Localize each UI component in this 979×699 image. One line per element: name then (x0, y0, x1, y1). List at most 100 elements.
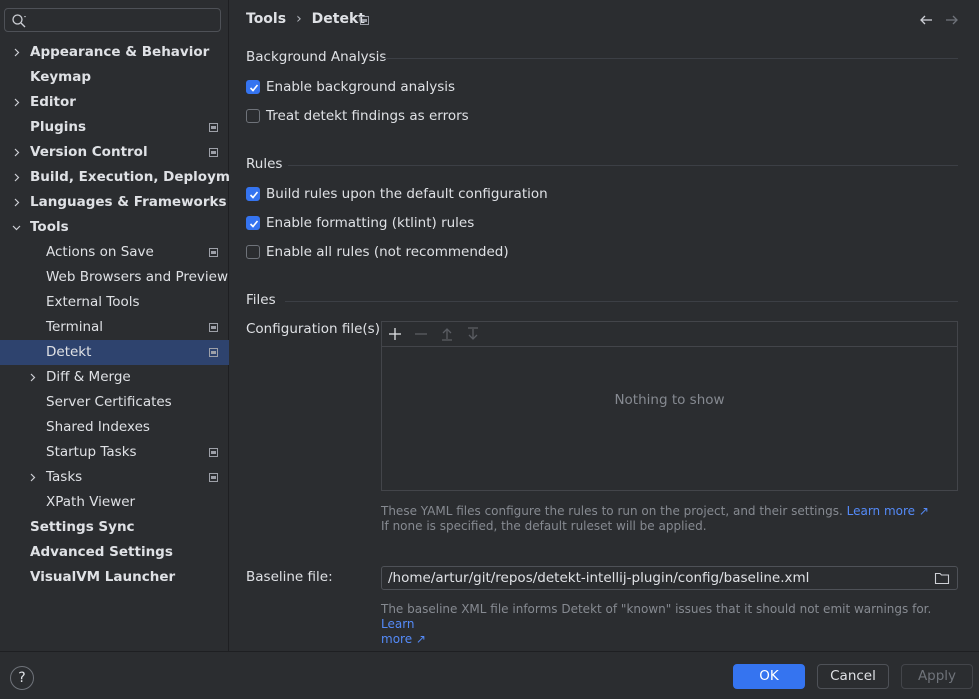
breadcrumb-separator: › (296, 11, 302, 27)
baseline-file-field[interactable]: /home/artur/git/repos/detekt-intellij-pl… (381, 566, 958, 590)
sidebar-item[interactable]: Editor (0, 90, 229, 115)
add-icon[interactable] (387, 326, 403, 342)
forward-arrow-icon[interactable] (945, 13, 959, 27)
back-arrow-icon[interactable] (919, 13, 933, 27)
checkbox-label: Enable background analysis (266, 79, 456, 95)
section-divider (288, 165, 958, 166)
sidebar-item[interactable]: Detekt (0, 340, 229, 365)
sidebar-item[interactable]: Tools (0, 215, 229, 240)
project-level-icon (209, 148, 218, 157)
baseline-file-value[interactable]: /home/artur/git/repos/detekt-intellij-pl… (388, 570, 809, 586)
chevron-right-icon[interactable] (28, 373, 37, 382)
sidebar-item-label: Editor (30, 94, 76, 110)
detekt-settings-panel: Tools › Detekt Background Analysis Enable … (230, 0, 979, 651)
breadcrumb: Tools › Detekt (246, 11, 365, 27)
checkbox-box[interactable] (246, 187, 260, 201)
sidebar-item-label: Appearance & Behavior (30, 44, 210, 60)
learn-more-link[interactable]: Learn more ↗ (847, 504, 929, 518)
section-divider (285, 301, 958, 302)
empty-list-text: Nothing to show (614, 392, 725, 408)
chevron-right-icon[interactable] (12, 173, 21, 182)
sidebar-item-label: Plugins (30, 119, 87, 135)
sidebar-item-label: Tasks (46, 469, 83, 485)
baseline-hint: The baseline XML file informs Detekt of … (381, 602, 941, 647)
folder-icon[interactable] (934, 571, 950, 585)
sidebar-item[interactable]: Shared Indexes (0, 415, 229, 440)
sidebar-item[interactable]: Server Certificates (0, 390, 229, 415)
project-level-icon (209, 248, 218, 257)
move-down-icon[interactable] (465, 326, 481, 342)
sidebar-item-label: Terminal (46, 319, 104, 335)
configuration-files-list[interactable]: Nothing to show (381, 321, 958, 491)
breadcrumb-parent[interactable]: Tools (246, 11, 286, 27)
sidebar-item[interactable]: Keymap (0, 65, 229, 90)
dialog-footer: ? OK Cancel Apply (0, 651, 979, 699)
sidebar-item-label: Diff & Merge (46, 369, 131, 385)
sidebar-item-label: External Tools (46, 294, 140, 310)
move-up-icon[interactable] (439, 326, 455, 342)
baseline-hint-text: The baseline XML file informs Detekt of … (381, 602, 932, 616)
sidebar-item-label: Advanced Settings (30, 544, 173, 560)
sidebar-item-label: Startup Tasks (46, 444, 137, 460)
baseline-learn-more-link-2[interactable]: more ↗ (381, 632, 426, 646)
chevron-right-icon[interactable] (12, 48, 21, 57)
apply-button[interactable]: Apply (901, 664, 973, 689)
chevron-right-icon[interactable] (12, 198, 21, 207)
cancel-button[interactable]: Cancel (817, 664, 889, 689)
chevron-right-icon[interactable] (28, 473, 37, 482)
sidebar-item[interactable]: Terminal (0, 315, 229, 340)
sidebar-item[interactable]: Version Control (0, 140, 229, 165)
sidebar-item[interactable]: Web Browsers and Preview (0, 265, 229, 290)
baseline-learn-more-link[interactable]: Learn (381, 617, 415, 631)
checkbox-box[interactable] (246, 80, 260, 94)
sidebar-item-label: Web Browsers and Preview (46, 269, 228, 285)
sidebar-item-label: Version Control (30, 144, 148, 160)
sidebar-item-label: Languages & Frameworks (30, 194, 227, 210)
search-input[interactable] (4, 8, 221, 32)
chevron-right-icon[interactable] (12, 98, 21, 107)
configuration-hint: These YAML files configure the rules to … (381, 504, 929, 534)
help-button[interactable]: ? (10, 666, 34, 690)
sidebar-item-label: Actions on Save (46, 244, 154, 260)
sidebar-item-label: Build, Execution, Deployment (30, 169, 256, 185)
remove-icon[interactable] (413, 326, 429, 342)
sidebar-item-label: Server Certificates (46, 394, 172, 410)
sidebar-item[interactable]: Tasks (0, 465, 229, 490)
breadcrumb-current: Detekt (311, 11, 365, 27)
sidebar-item-label: Detekt (46, 344, 92, 360)
checkbox-box[interactable] (246, 216, 260, 230)
ok-button[interactable]: OK (733, 664, 805, 689)
checkmark-icon (249, 191, 259, 199)
search-icon (12, 14, 26, 28)
checkbox-label: Build rules upon the default configurati… (266, 186, 548, 202)
checkbox-box[interactable] (246, 245, 260, 259)
sidebar-item[interactable]: Appearance & Behavior (0, 40, 229, 65)
sidebar-item[interactable]: XPath Viewer (0, 490, 229, 515)
sidebar-item[interactable]: Build, Execution, Deployment (0, 165, 255, 190)
sidebar-item-label: Settings Sync (30, 519, 135, 535)
list-toolbar (382, 322, 957, 347)
checkbox-box[interactable] (246, 109, 260, 123)
sidebar-item-label: Tools (30, 219, 69, 235)
section-title-background: Background Analysis (246, 49, 387, 65)
section-divider (381, 58, 958, 59)
sidebar-item-label: VisualVM Launcher (30, 569, 176, 585)
sidebar-item[interactable]: Startup Tasks (0, 440, 229, 465)
sidebar-item[interactable]: Advanced Settings (0, 540, 229, 565)
sidebar-item[interactable]: Settings Sync (0, 515, 229, 540)
sidebar-item[interactable]: Plugins (0, 115, 229, 140)
sidebar-item[interactable]: Diff & Merge (0, 365, 229, 390)
sidebar-item-label: XPath Viewer (46, 494, 136, 510)
sidebar-item[interactable]: Actions on Save (0, 240, 229, 265)
sidebar-item[interactable]: Languages & Frameworks (0, 190, 229, 215)
project-level-icon (360, 16, 369, 25)
section-title-files: Files (246, 292, 276, 308)
section-title-rules: Rules (246, 156, 283, 172)
sidebar-item[interactable]: External Tools (0, 290, 229, 315)
chevron-down-icon[interactable] (12, 223, 21, 232)
chevron-right-icon[interactable] (12, 148, 21, 157)
settings-tree: Appearance & Behavior Keymap Editor Plugins… (0, 40, 255, 590)
project-level-icon (209, 323, 218, 332)
project-level-icon (209, 448, 218, 457)
sidebar-item[interactable]: VisualVM Launcher (0, 565, 229, 590)
